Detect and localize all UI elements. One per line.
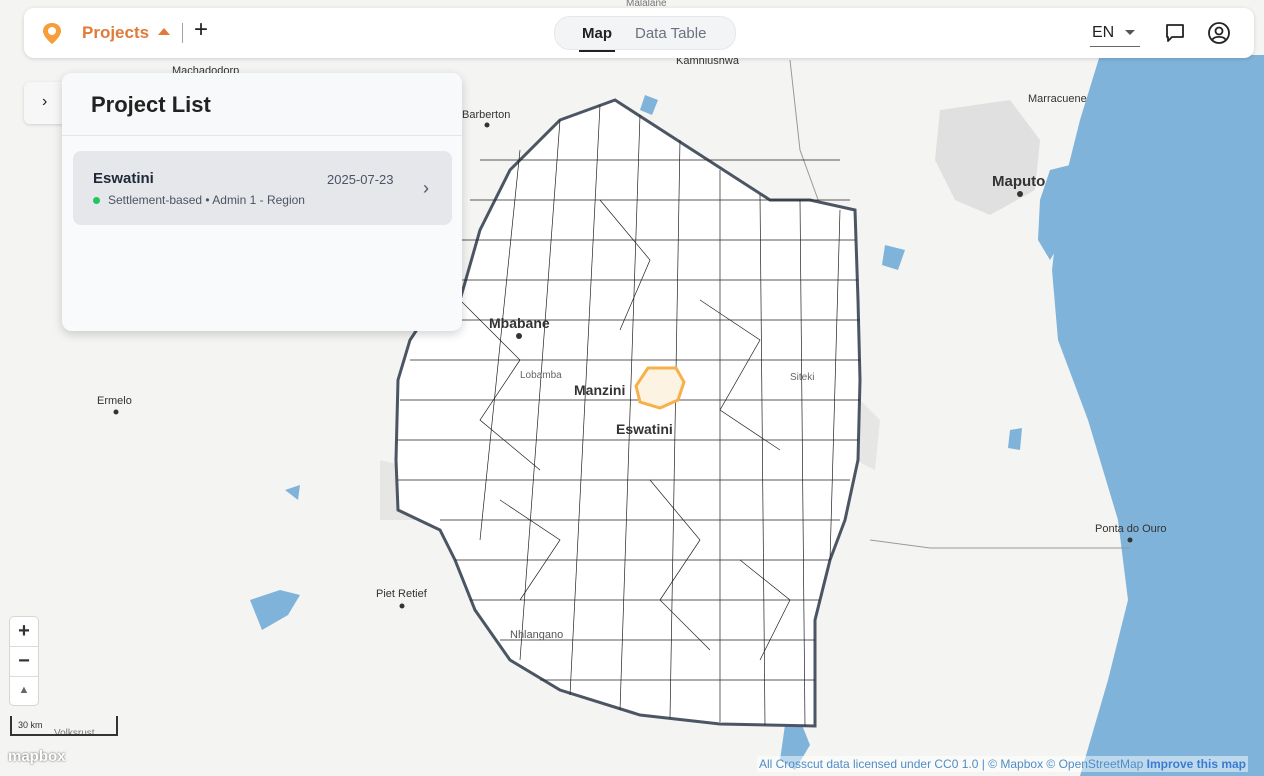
town-marker xyxy=(484,122,490,128)
label-lobamba: Lobamba xyxy=(520,370,562,381)
chevron-down-icon[interactable] xyxy=(1125,30,1135,35)
compass-icon[interactable]: ▲ xyxy=(10,676,38,705)
town-marker xyxy=(399,603,405,609)
map-zoom-controls: + − ▲ xyxy=(10,617,38,705)
app-logo-icon xyxy=(43,23,61,44)
attribution-text[interactable]: All Crosscut data licensed under CC0 1.0… xyxy=(759,757,1143,771)
lake xyxy=(1008,428,1022,450)
label-siteki: Siteki xyxy=(790,372,814,383)
project-date: 2025-07-23 xyxy=(327,172,394,187)
label-piet-retief: Piet Retief xyxy=(376,588,428,600)
project-list-header: Project List xyxy=(62,73,462,136)
project-list-title: Project List xyxy=(91,92,211,117)
zoom-in-button[interactable]: + xyxy=(10,617,38,646)
highlighted-region xyxy=(634,366,686,410)
mapbox-logo[interactable]: mapbox xyxy=(8,748,66,765)
active-tab-indicator xyxy=(579,50,615,52)
add-project-button[interactable]: + xyxy=(194,16,208,44)
project-meta: Settlement-based • Admin 1 - Region xyxy=(108,193,305,207)
zoom-out-button[interactable]: − xyxy=(10,647,38,676)
language-select[interactable]: EN xyxy=(1092,24,1114,42)
top-navigation-bar: Projects + Map Data Table EN xyxy=(24,8,1254,58)
town-marker xyxy=(516,333,522,339)
town-marker xyxy=(1017,191,1023,197)
tab-data-table[interactable]: Data Table xyxy=(635,25,706,42)
label-mbabane: Mbabane xyxy=(489,315,550,331)
projects-menu-button[interactable]: Projects xyxy=(82,23,149,43)
label-manzini: Manzini xyxy=(574,382,625,398)
divider xyxy=(182,23,183,43)
view-switcher: Map Data Table xyxy=(554,16,736,52)
map-scale-bar: 30 km xyxy=(10,716,118,736)
scale-label: 30 km xyxy=(18,720,43,730)
project-list-panel: Project List Eswatini 2025-07-23 Settlem… xyxy=(62,73,462,331)
label-barberton: Barberton xyxy=(462,109,510,121)
label-maputo: Maputo xyxy=(992,173,1045,190)
chevron-right-icon[interactable]: › xyxy=(42,93,47,111)
town-marker xyxy=(113,409,119,415)
project-name: Eswatini xyxy=(93,170,154,187)
tab-map[interactable]: Map xyxy=(582,25,612,42)
label-ponta-do-ouro: Ponta do Ouro xyxy=(1095,523,1167,535)
label-nhlangano: Nhlangano xyxy=(510,629,563,641)
chevron-right-icon[interactable]: › xyxy=(423,178,429,199)
project-card[interactable]: Eswatini 2025-07-23 Settlement-based • A… xyxy=(73,151,452,225)
label-ermelo: Ermelo xyxy=(97,395,132,407)
status-dot xyxy=(93,197,100,204)
map-attribution: All Crosscut data licensed under CC0 1.0… xyxy=(756,756,1248,772)
user-account-icon[interactable] xyxy=(1207,21,1231,45)
caret-up-icon[interactable] xyxy=(158,28,170,35)
label-eswatini: Eswatini xyxy=(616,421,673,437)
language-select-underline xyxy=(1090,46,1140,47)
town-marker xyxy=(1127,537,1133,543)
label-marracuene: Marracuene xyxy=(1028,93,1087,105)
feedback-chat-icon[interactable] xyxy=(1164,22,1186,44)
improve-map-link[interactable]: Improve this map xyxy=(1147,757,1246,771)
